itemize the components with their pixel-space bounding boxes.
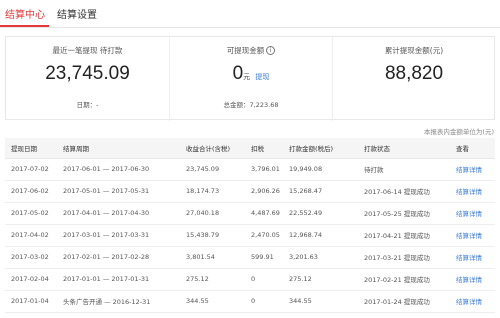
header-period: 结算周期 bbox=[57, 138, 180, 159]
header-tax: 扣税 bbox=[245, 138, 283, 159]
cell-period: 头条广告开通 — 2016-12-31 bbox=[57, 290, 180, 313]
cell-income: 15,438.79 bbox=[180, 224, 245, 247]
cell-status: 2017-06-14 提现成功 bbox=[358, 180, 450, 203]
cell-tax: 0 bbox=[245, 268, 283, 291]
settlement-table: 提现日期 结算周期 收益合计(含税) 扣税 打款金额(税后) 打款状态 查看 2… bbox=[5, 138, 495, 313]
last-withdraw-card: 最近一笔提现 待打款 23,745.09 日期：- bbox=[6, 37, 169, 121]
available-label: 可提现金额 bbox=[226, 46, 265, 55]
cell-tax: 0 bbox=[245, 290, 283, 313]
cell-date: 2017-05-02 bbox=[5, 202, 57, 225]
cumulative-label: 累计提现金额(元) bbox=[384, 46, 444, 55]
table-row: 2017-06-02 2017-05-01 — 2017-05-31 18,17… bbox=[5, 180, 495, 203]
cell-payout: 275.12 bbox=[283, 268, 358, 291]
last-withdraw-label: 最近一笔提现 待打款 bbox=[52, 46, 123, 55]
cell-tax: 2,470.05 bbox=[245, 224, 283, 247]
table-row: 2017-02-04 2017-01-01 — 2017-01-31 275.1… bbox=[5, 268, 495, 291]
summary-panel: 最近一笔提现 待打款 23,745.09 日期：- 可提现金额 i 0元 提现 总… bbox=[5, 36, 495, 121]
available-unit: 元 bbox=[243, 74, 251, 81]
header-withdraw-date: 提现日期 bbox=[5, 138, 57, 159]
header-action: 查看 bbox=[450, 138, 495, 159]
cell-status: 2017-01-24 提现成功 bbox=[358, 290, 450, 313]
cell-period: 2017-01-01 — 2017-01-31 bbox=[57, 268, 180, 291]
detail-link[interactable]: 结算详情 bbox=[450, 290, 495, 313]
cell-status: 2017-04-21 提现成功 bbox=[358, 224, 450, 247]
cell-tax: 4,487.69 bbox=[245, 202, 283, 225]
tab-settlement-settings[interactable]: 结算设置 bbox=[57, 6, 97, 21]
cell-status: 2017-02-21 提现成功 bbox=[358, 268, 450, 291]
cell-status: 2017-03-21 提现成功 bbox=[358, 246, 450, 269]
cell-status: 2017-05-25 提现成功 bbox=[358, 202, 450, 225]
withdraw-link[interactable]: 提现 bbox=[255, 74, 269, 81]
available-card: 可提现金额 i 0元 提现 总金额：7,223.68 bbox=[169, 37, 332, 121]
detail-link[interactable]: 结算详情 bbox=[450, 158, 495, 181]
available-label-row: 可提现金额 i bbox=[170, 45, 332, 56]
header-status: 打款状态 bbox=[358, 138, 450, 159]
cell-status: 待打款 bbox=[358, 158, 450, 181]
detail-link[interactable]: 结算详情 bbox=[450, 180, 495, 203]
detail-link[interactable]: 结算详情 bbox=[450, 202, 495, 225]
active-tab-indicator bbox=[0, 25, 49, 27]
cell-date: 2017-01-04 bbox=[5, 290, 57, 313]
cell-tax: 599.91 bbox=[245, 246, 283, 269]
table-row: 2017-05-02 2017-04-01 — 2017-04-30 27,04… bbox=[5, 202, 495, 225]
cell-period: 2017-05-01 — 2017-05-31 bbox=[57, 180, 180, 203]
table-row: 2017-03-02 2017-02-01 — 2017-02-28 3,801… bbox=[5, 246, 495, 269]
info-icon[interactable]: i bbox=[266, 46, 276, 55]
unit-note: 本报表内金额单位为(元) bbox=[423, 128, 494, 136]
cell-period: 2017-03-01 — 2017-03-31 bbox=[57, 224, 180, 247]
cell-date: 2017-03-02 bbox=[5, 246, 57, 269]
table-row: 2017-01-04 头条广告开通 — 2016-12-31 344.55 0 … bbox=[5, 290, 495, 313]
cell-tax: 3,796.01 bbox=[245, 158, 283, 181]
cell-tax: 2,906.26 bbox=[245, 180, 283, 203]
cumulative-card: 累计提现金额(元) 88,820 bbox=[332, 37, 495, 121]
cell-income: 27,040.18 bbox=[180, 202, 245, 225]
cell-period: 2017-02-01 — 2017-02-28 bbox=[57, 246, 180, 269]
cell-date: 2017-04-02 bbox=[5, 224, 57, 247]
last-withdraw-date: 日期：- bbox=[76, 101, 99, 109]
tab-bar: 结算中心 结算设置 bbox=[0, 0, 500, 28]
cell-period: 2017-06-01 — 2017-06-30 bbox=[57, 158, 180, 181]
detail-link[interactable]: 结算详情 bbox=[450, 268, 495, 291]
table-row: 2017-04-02 2017-03-01 — 2017-03-31 15,43… bbox=[5, 224, 495, 247]
cell-income: 23,745.09 bbox=[180, 158, 245, 181]
cell-payout: 3,201.63 bbox=[283, 246, 358, 269]
cell-payout: 22,552.49 bbox=[283, 202, 358, 225]
cell-date: 2017-02-04 bbox=[5, 268, 57, 291]
cell-income: 18,174.73 bbox=[180, 180, 245, 203]
cell-income: 3,801.54 bbox=[180, 246, 245, 269]
cell-payout: 344.55 bbox=[283, 290, 358, 313]
cell-date: 2017-06-02 bbox=[5, 180, 57, 203]
cumulative-amount: 88,820 bbox=[384, 63, 444, 84]
cell-date: 2017-07-02 bbox=[5, 158, 57, 181]
total-amount: 总金额：7,223.68 bbox=[223, 101, 279, 109]
cell-income: 344.55 bbox=[180, 290, 245, 313]
cell-payout: 15,268.47 bbox=[283, 180, 358, 203]
cell-period: 2017-04-01 — 2017-04-30 bbox=[57, 202, 180, 225]
detail-link[interactable]: 结算详情 bbox=[450, 224, 495, 247]
cell-income: 275.12 bbox=[180, 268, 245, 291]
available-amount-row: 0元 提现 bbox=[170, 63, 332, 85]
cell-payout: 12,968.74 bbox=[283, 224, 358, 247]
header-payout: 打款金额(税后) bbox=[283, 138, 358, 159]
tab-settlement-center[interactable]: 结算中心 bbox=[5, 6, 45, 21]
detail-link[interactable]: 结算详情 bbox=[450, 246, 495, 269]
last-withdraw-amount: 23,745.09 bbox=[45, 63, 130, 84]
available-amount: 0 bbox=[232, 63, 244, 84]
cell-payout: 19,949.08 bbox=[283, 158, 358, 181]
header-income: 收益合计(含税) bbox=[180, 138, 245, 159]
table-row: 2017-07-02 2017-06-01 — 2017-06-30 23,74… bbox=[5, 158, 495, 181]
table-header-row: 提现日期 结算周期 收益合计(含税) 扣税 打款金额(税后) 打款状态 查看 bbox=[5, 138, 495, 159]
